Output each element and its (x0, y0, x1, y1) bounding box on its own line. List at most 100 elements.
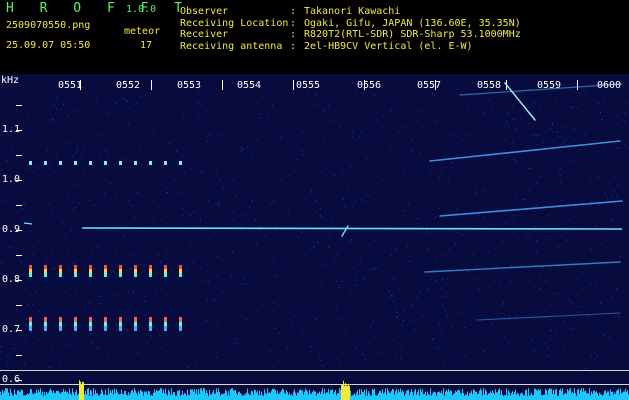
noise-dot (24, 203, 25, 205)
noise-bar (105, 389, 106, 400)
noise-bar (327, 392, 328, 400)
noise-bar (588, 393, 589, 400)
noise-bar (611, 391, 612, 400)
noise-dot (207, 299, 209, 301)
noise-dot (447, 316, 449, 317)
noise-dot (276, 314, 278, 316)
noise-bar (502, 394, 503, 400)
noise-bar (339, 388, 340, 400)
noise-bar (263, 395, 264, 400)
noise-dot (104, 193, 106, 195)
freq-label: 0.9 (2, 224, 21, 235)
noise-bar (116, 388, 117, 400)
noise-dot (222, 187, 224, 189)
noise-dot (76, 150, 78, 151)
noise-dot (591, 108, 593, 110)
noise-dot (191, 280, 193, 282)
noise-dot (23, 129, 25, 131)
noise-bar (87, 388, 88, 400)
noise-dot (313, 246, 315, 248)
noise-bar (88, 388, 89, 400)
noise-bar (553, 389, 554, 400)
noise-dot (411, 305, 413, 306)
noise-dot (353, 218, 355, 220)
pulse-mark (74, 317, 77, 322)
noise-bar (141, 390, 142, 400)
noise-dot (560, 199, 562, 201)
noise-dot (36, 167, 38, 169)
noise-bar (18, 390, 19, 400)
noise-bar (421, 391, 422, 400)
noise-dot (175, 150, 177, 152)
noise-dot (251, 279, 252, 281)
noise-bar (47, 393, 48, 400)
noise-dot (546, 238, 548, 240)
noise-dot (510, 280, 512, 282)
noise-bar (501, 390, 502, 400)
noise-dot (56, 154, 58, 156)
noise-bar (401, 392, 402, 400)
pulse-mark (29, 265, 32, 269)
noise-dot (9, 103, 10, 105)
noise-bar (488, 393, 489, 400)
noise-dot (577, 278, 579, 280)
noise-bar (582, 391, 583, 400)
noise-dot (409, 255, 411, 257)
noise-bar (574, 388, 575, 400)
noise-dot (191, 178, 193, 180)
noise-bar (603, 394, 604, 400)
noise-dot (397, 131, 399, 133)
noise-bar (357, 390, 358, 400)
noise-dot (356, 333, 358, 335)
noise-dot (421, 134, 423, 136)
noise-dot (320, 208, 321, 210)
noise-bar (313, 390, 314, 400)
noise-dot (442, 279, 444, 281)
noise-dot (255, 219, 256, 221)
noise-dot (47, 305, 49, 307)
noise-dot (572, 98, 574, 100)
noise-bar (473, 389, 474, 400)
noise-bar (108, 388, 109, 400)
noise-bar (307, 391, 308, 400)
noise-bar (432, 393, 433, 400)
noise-dot (594, 325, 596, 327)
noise-bar (24, 395, 25, 400)
noise-dot (310, 190, 312, 191)
noise-dot (475, 318, 477, 320)
noise-dot (125, 259, 127, 261)
noise-bar (117, 392, 118, 400)
noise-bar (308, 394, 309, 400)
noise-dot (139, 96, 141, 98)
noise-dot (590, 282, 592, 284)
noise-dot (445, 284, 447, 286)
noise-bar (183, 394, 184, 400)
noise-bar (513, 394, 514, 400)
noise-dot (383, 324, 385, 326)
noise-dot (42, 324, 44, 326)
noise-bar (616, 391, 617, 400)
noise-bar (531, 392, 532, 400)
noise-bar (483, 388, 484, 400)
noise-dot (474, 308, 476, 310)
noise-dot (338, 299, 340, 301)
noise-bar (280, 392, 281, 400)
noise-dot (90, 342, 92, 344)
noise-bar (301, 390, 302, 400)
noise-dot (127, 291, 129, 293)
noise-dot (471, 300, 473, 302)
noise-bar (203, 388, 204, 400)
noise-bar (423, 394, 424, 400)
noise-bar (376, 395, 377, 400)
noise-bar (190, 389, 191, 400)
noise-dot (426, 229, 428, 231)
noise-bar (356, 392, 357, 400)
noise-dot (505, 123, 507, 125)
noise-bar (26, 394, 27, 400)
noise-bar (324, 388, 325, 400)
noise-dot (303, 105, 305, 107)
noise-dot (474, 122, 476, 124)
noise-dot (175, 95, 177, 97)
noise-dot (165, 187, 167, 189)
noise-bar (564, 393, 565, 400)
